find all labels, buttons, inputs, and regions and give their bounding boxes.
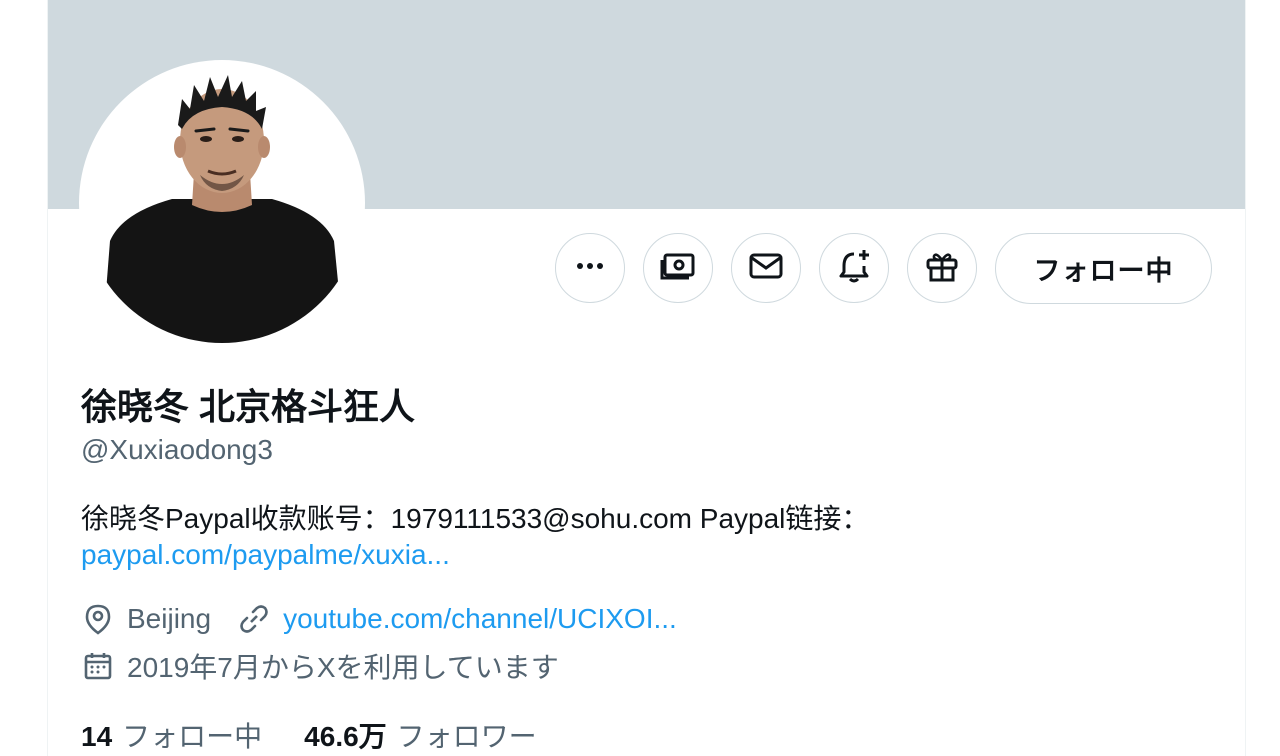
link-icon — [237, 602, 271, 636]
followers-label[interactable]: フォロワー — [397, 715, 537, 755]
bio-link[interactable]: paypal.com/paypalme/xuxia... — [81, 539, 450, 571]
profile-column: フォロー中 徐晓冬 北京格斗狂人 @Xuxiaodong3 徐晓冬Paypal收… — [47, 0, 1246, 756]
meta-row-joined: 2019年7月からXを利用しています — [81, 646, 559, 686]
more-button[interactable] — [555, 233, 625, 303]
following-label[interactable]: フォロー中 — [122, 715, 262, 755]
notify-button[interactable] — [819, 233, 889, 303]
gift-icon — [924, 248, 960, 289]
profile-actions: フォロー中 — [48, 233, 1245, 305]
display-name: 徐晓冬 北京格斗狂人 — [81, 386, 416, 427]
meta-row-location: Beijing youtube.com/channel/UCIXOI... — [81, 602, 677, 636]
website-link[interactable]: youtube.com/channel/UCIXOI... — [283, 603, 677, 635]
calendar-icon — [81, 649, 115, 683]
location-pin-icon — [81, 602, 115, 636]
message-button[interactable] — [731, 233, 801, 303]
joined-date-text: 2019年7月からXを利用しています — [127, 652, 559, 683]
more-icon — [573, 249, 607, 288]
money-icon — [659, 249, 697, 288]
followers-count[interactable]: 46.6万 — [304, 715, 387, 755]
follow-stats: 14 フォロー中 46.6万 フォロワー — [81, 715, 537, 755]
mail-icon — [748, 249, 784, 288]
gift-button[interactable] — [907, 233, 977, 303]
user-handle: @Xuxiaodong3 — [81, 434, 273, 465]
location-text: Beijing — [127, 603, 212, 634]
bell-plus-icon — [836, 248, 872, 289]
following-count[interactable]: 14 — [81, 721, 112, 753]
following-button[interactable]: フォロー中 — [995, 233, 1212, 304]
subscribe-button[interactable] — [643, 233, 713, 303]
bio-text: 徐晓冬Paypal收款账号：1979111533@sohu.com Paypal… — [81, 503, 870, 534]
